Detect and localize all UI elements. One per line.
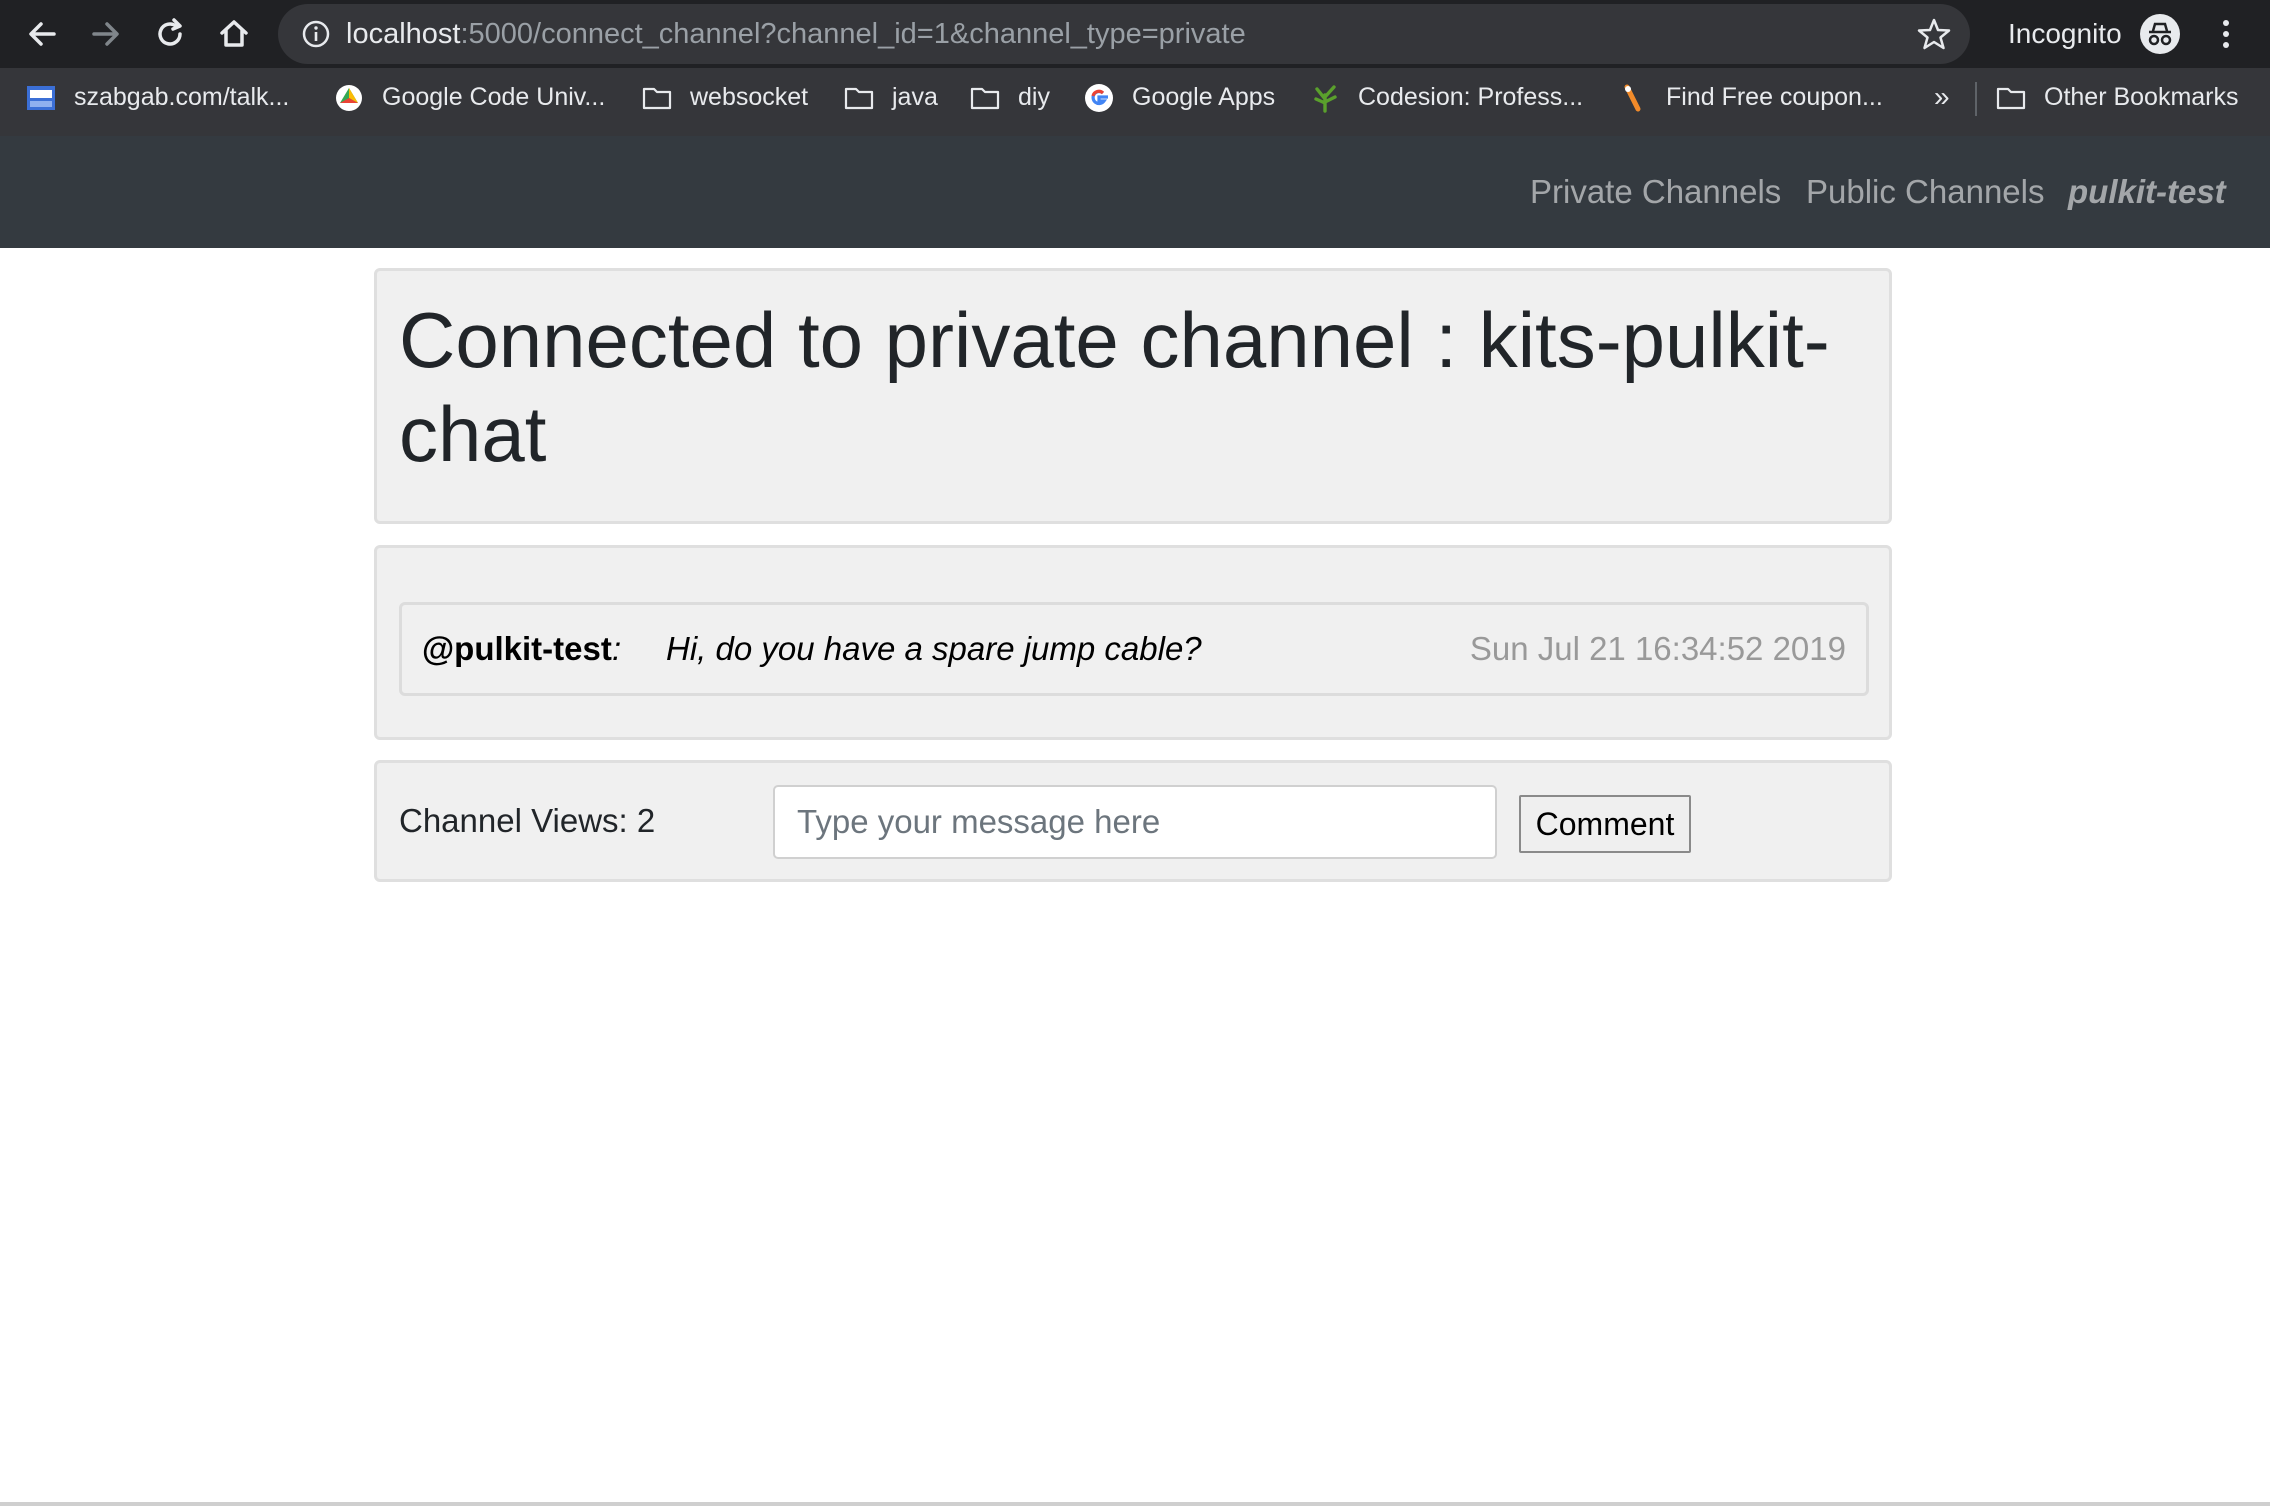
- comment-panel: Channel Views: 2 Comment: [374, 760, 1892, 882]
- site-info-icon[interactable]: [300, 18, 332, 50]
- codesion-icon: [1314, 85, 1337, 113]
- back-arrow-icon[interactable]: [20, 12, 64, 56]
- message-item: @pulkit-test : Hi, do you have a spare j…: [399, 602, 1869, 696]
- nav-link-private-channels[interactable]: Private Channels: [1530, 136, 1781, 248]
- incognito-label: Incognito: [2008, 18, 2122, 49]
- folder-icon: [1996, 87, 2026, 110]
- folder-icon: [642, 87, 672, 110]
- message-timestamp: Sun Jul 21 16:34:52 2019: [1469, 630, 1846, 667]
- channel-views-label: Channel Views: 2: [399, 802, 656, 839]
- messages-panel: @pulkit-test : Hi, do you have a spare j…: [374, 545, 1892, 740]
- bookmark-label: Google Code Univ...: [382, 83, 606, 111]
- message-separator: :: [612, 630, 622, 667]
- site-navbar: Private Channels Public Channels pulkit-…: [0, 136, 2270, 248]
- folder-icon: [844, 87, 874, 110]
- address-bar[interactable]: localhost:5000/connect_channel?channel_i…: [278, 4, 1970, 64]
- coupon-icon: [1624, 84, 1641, 112]
- message-author: @pulkit-test: [422, 630, 612, 667]
- window-bottom-edge: [0, 1502, 2270, 1506]
- message-text: Hi, do you have a spare jump cable?: [666, 630, 1202, 667]
- browser-toolbar: localhost:5000/connect_channel?channel_i…: [0, 0, 2270, 68]
- incognito-icon[interactable]: [2140, 14, 2180, 54]
- nav-user-link[interactable]: pulkit-test: [2068, 136, 2226, 248]
- bookmark-label: java: [892, 83, 938, 111]
- other-bookmarks-label: Other Bookmarks: [2044, 83, 2239, 111]
- google-icon: [1085, 84, 1113, 112]
- bookmarks-bar: szabgab.com/talk... Google Code Univ... …: [0, 68, 2270, 136]
- url-host: localhost: [346, 18, 461, 50]
- channel-header-panel: Connected to private channel : kits-pulk…: [374, 268, 1892, 524]
- page-title: Connected to private channel : kits-pulk…: [399, 296, 1830, 478]
- google-code-icon: [336, 85, 362, 111]
- bookmark-label: websocket: [690, 83, 809, 111]
- reload-icon[interactable]: [148, 12, 192, 56]
- bookmark-label: Google Apps: [1132, 83, 1276, 111]
- comment-button[interactable]: Comment: [1519, 795, 1691, 853]
- folder-icon: [970, 87, 1000, 110]
- bookmark-label: Codesion: Profess...: [1358, 83, 1584, 111]
- bookmark-label: Find Free coupon...: [1666, 83, 1883, 111]
- forward-arrow-icon[interactable]: [84, 12, 128, 56]
- message-input[interactable]: [773, 785, 1497, 859]
- more-bookmarks-button[interactable]: »: [1934, 68, 1950, 126]
- bookmark-label: szabgab.com/talk...: [74, 83, 290, 111]
- browser-menu-icon[interactable]: [2208, 16, 2244, 52]
- url-path: :5000/connect_channel?channel_id=1&chann…: [460, 18, 1246, 50]
- bookmark-label: diy: [1018, 83, 1050, 111]
- bookmark-star-icon[interactable]: [1916, 16, 1952, 52]
- nav-link-public-channels[interactable]: Public Channels: [1806, 136, 2044, 248]
- bookmarks-divider: [1975, 82, 1977, 116]
- home-icon[interactable]: [212, 12, 256, 56]
- url-text: localhost:5000/connect_channel?channel_i…: [346, 4, 1246, 64]
- site-favicon: [27, 86, 55, 110]
